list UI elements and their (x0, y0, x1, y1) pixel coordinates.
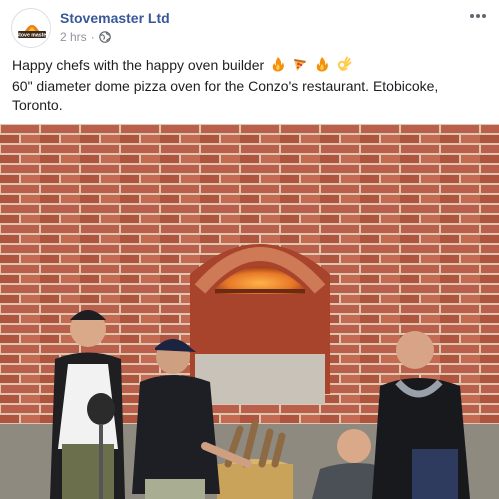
meta-separator: · (90, 30, 95, 44)
stovemaster-logo: Stove master (13, 10, 50, 47)
svg-text:Stove master: Stove master (16, 33, 49, 39)
pizza-oven-photo (0, 124, 499, 499)
post-meta: 2 hrs · (60, 30, 111, 44)
page-avatar[interactable]: Stove master (11, 8, 51, 48)
pizza-emoji (292, 56, 308, 77)
fire-emoji (314, 56, 330, 77)
fire-emoji (270, 56, 286, 77)
ellipsis-icon (470, 14, 486, 18)
post-timestamp[interactable]: 2 hrs (60, 30, 87, 44)
post-text-line-1: Happy chefs with the happy oven builder (12, 56, 488, 77)
more-options-button[interactable] (466, 6, 490, 26)
globe-icon[interactable] (98, 31, 111, 43)
page-name[interactable]: Stovemaster Ltd (60, 10, 170, 26)
ok-hand-emoji (336, 56, 352, 77)
post-photo[interactable] (0, 124, 499, 499)
post-text-line-2: 60" diameter dome pizza oven for the Con… (12, 78, 439, 113)
post-header: Stove master Stovemaster Ltd 2 hrs · (0, 0, 499, 56)
post-text: Happy chefs with the happy oven builder … (12, 56, 488, 115)
post-text-caption: Happy chefs with the happy oven builder (12, 57, 265, 73)
